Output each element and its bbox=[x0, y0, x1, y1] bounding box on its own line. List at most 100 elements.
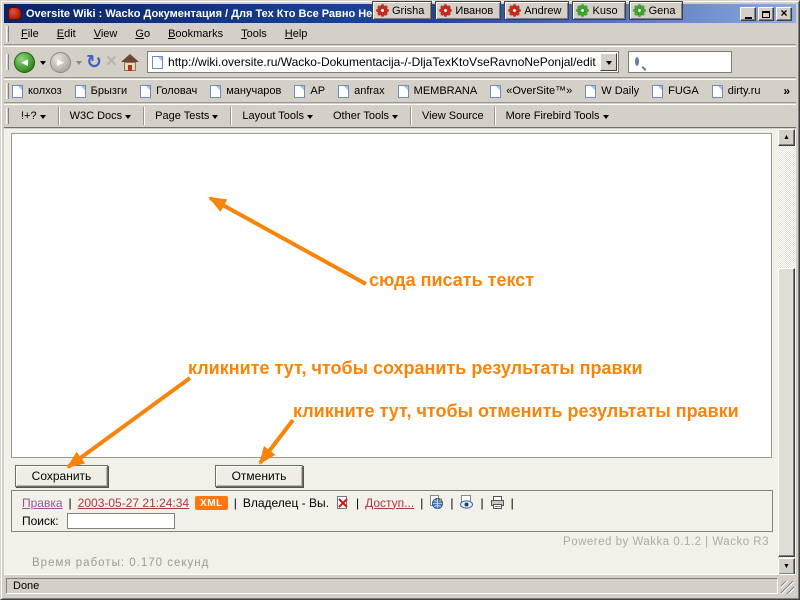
menu-file[interactable]: File bbox=[12, 26, 48, 42]
toolbar-separator bbox=[494, 107, 496, 125]
bookmark-item[interactable]: «OverSite™» bbox=[490, 85, 572, 98]
separator: | bbox=[511, 496, 514, 510]
toolbar-menu-w3c-docs[interactable]: W3C Docs bbox=[61, 107, 143, 125]
toolbar-separator bbox=[143, 107, 145, 125]
wakka-link[interactable]: Wakka 0.1.2 bbox=[632, 536, 701, 548]
toolbar-grippy[interactable] bbox=[6, 26, 9, 42]
bookmark-label: манучаров bbox=[226, 85, 281, 97]
separator: | bbox=[450, 496, 453, 510]
separator: | bbox=[480, 496, 483, 510]
annotation-write-here: сюда писать текст bbox=[369, 270, 534, 291]
icq-flower-icon bbox=[376, 4, 389, 17]
wacko-link[interactable]: Wacko R3 bbox=[712, 536, 769, 548]
bookmark-item[interactable]: FUGA bbox=[652, 85, 699, 98]
access-link[interactable]: Доступ... bbox=[365, 496, 414, 510]
edit-link[interactable]: Правка bbox=[22, 496, 63, 510]
web-search-input[interactable] bbox=[644, 56, 786, 68]
resize-grip[interactable] bbox=[781, 581, 794, 594]
toolbar-view-source[interactable]: View Source bbox=[413, 107, 493, 125]
minimize-button[interactable] bbox=[740, 7, 756, 21]
menu-tools[interactable]: Tools bbox=[232, 26, 276, 42]
bookmark-label: «OverSite™» bbox=[506, 85, 572, 97]
bookmark-icon bbox=[294, 85, 305, 98]
home-icon bbox=[121, 56, 139, 71]
close-button[interactable]: × bbox=[776, 7, 792, 21]
menu-view[interactable]: View bbox=[85, 26, 127, 42]
bookmark-item[interactable]: MEMBRANA bbox=[398, 85, 478, 98]
xml-badge[interactable]: XML bbox=[195, 496, 228, 510]
icq-contact-gena[interactable]: Gena bbox=[629, 1, 684, 20]
page-icon bbox=[152, 56, 163, 69]
bookmark-item[interactable]: anfrax bbox=[338, 85, 385, 98]
bookmark-label: FUGA bbox=[668, 85, 699, 97]
browser-window: Oversite Wiki : Wacko Документация / Для… bbox=[0, 0, 800, 600]
bookmark-item[interactable]: AP bbox=[294, 85, 325, 98]
bookmark-label: dirty.ru bbox=[728, 85, 761, 97]
icq-contact-kuso[interactable]: Kuso bbox=[572, 1, 625, 20]
owner-text: Владелец - Вы. bbox=[243, 496, 329, 510]
toolbar-menu-label: More Firebird Tools bbox=[506, 110, 600, 122]
bookmark-label: W Daily bbox=[601, 85, 639, 97]
toolbar-separator bbox=[58, 107, 60, 125]
back-button[interactable]: ◀ bbox=[14, 52, 35, 73]
toolbar-menu-shortcuts[interactable]: !+? bbox=[12, 107, 57, 125]
status-bar: Done bbox=[4, 574, 796, 596]
bookmark-label: Головач bbox=[156, 85, 197, 97]
url-history-dropdown[interactable] bbox=[600, 53, 617, 71]
bookmark-item[interactable]: W Daily bbox=[585, 85, 639, 98]
toolbar-menu-label: W3C Docs bbox=[70, 110, 123, 122]
menu-edit[interactable]: Edit bbox=[48, 26, 85, 42]
scrollbar-thumb[interactable] bbox=[778, 268, 795, 557]
toolbar-menu-label: View Source bbox=[422, 110, 484, 122]
bookmark-item[interactable]: Головач bbox=[140, 85, 197, 98]
reload-button[interactable]: ↻ bbox=[86, 51, 102, 73]
dropdown-arrow-icon bbox=[125, 115, 131, 122]
referrers-globe-icon[interactable] bbox=[429, 495, 444, 510]
maximize-icon bbox=[762, 11, 770, 18]
bookmarks-overflow-chevron-icon[interactable]: » bbox=[783, 84, 790, 98]
scroll-up-icon[interactable]: ▲ bbox=[778, 129, 795, 146]
print-icon[interactable] bbox=[490, 495, 505, 510]
toolbar-grippy[interactable] bbox=[6, 108, 9, 124]
minimize-icon bbox=[745, 17, 752, 19]
wiki-search-input[interactable] bbox=[67, 513, 175, 529]
toolbar-menu-page-tests[interactable]: Page Tests bbox=[146, 107, 229, 125]
revision-timestamp-link[interactable]: 2003-05-27 21:24:34 bbox=[78, 496, 189, 510]
dropdown-arrow-icon bbox=[603, 115, 609, 122]
icq-contact-andrew[interactable]: Andrew bbox=[504, 1, 569, 20]
bookmark-icon bbox=[652, 85, 663, 98]
toolbar-grippy[interactable] bbox=[6, 83, 9, 99]
scroll-down-icon[interactable]: ▼ bbox=[778, 558, 795, 575]
toolbar-menu-label: Other Tools bbox=[333, 110, 389, 122]
home-button[interactable] bbox=[121, 54, 139, 71]
watch-eye-icon[interactable] bbox=[459, 495, 474, 510]
icq-flower-icon bbox=[508, 4, 521, 17]
bookmark-item[interactable]: Брызги bbox=[75, 85, 127, 98]
save-button[interactable]: Сохранить bbox=[15, 465, 108, 487]
url-input[interactable] bbox=[168, 53, 618, 71]
forward-dropdown-icon[interactable] bbox=[76, 61, 82, 68]
menu-go[interactable]: Go bbox=[126, 26, 159, 42]
bookmark-item[interactable]: колхоз bbox=[12, 85, 62, 98]
icq-contact-ivanov[interactable]: Иванов bbox=[435, 1, 501, 20]
maximize-button[interactable] bbox=[758, 7, 774, 21]
stop-button[interactable]: × bbox=[106, 51, 117, 73]
bookmark-item[interactable]: dirty.ru bbox=[712, 85, 761, 98]
back-dropdown-icon[interactable] bbox=[40, 61, 46, 68]
meta-action-row: Правка | 2003-05-27 21:24:34 XML | Владе… bbox=[12, 491, 772, 511]
forward-button[interactable]: ▶ bbox=[50, 52, 71, 73]
toolbar-grippy[interactable] bbox=[6, 54, 9, 70]
icq-contact-grisha[interactable]: Grisha bbox=[372, 1, 432, 20]
bookmark-label: MEMBRANA bbox=[414, 85, 478, 97]
delete-page-icon[interactable] bbox=[335, 495, 350, 510]
bookmark-item[interactable]: манучаров bbox=[210, 85, 281, 98]
toolbar-menu-more-firebird-tools[interactable]: More Firebird Tools bbox=[497, 107, 620, 125]
icq-contact-buttons: Grisha Иванов Andrew Kuso Gena bbox=[372, 1, 683, 20]
toolbar-menu-layout-tools[interactable]: Layout Tools bbox=[233, 107, 324, 125]
cancel-button[interactable]: Отменить bbox=[215, 465, 303, 487]
toolbar-menu-other-tools[interactable]: Other Tools bbox=[324, 107, 409, 125]
menu-help[interactable]: Help bbox=[276, 26, 317, 42]
search-label: Поиск: bbox=[22, 514, 59, 528]
bookmark-label: AP bbox=[310, 85, 325, 97]
menu-bookmarks[interactable]: Bookmarks bbox=[159, 26, 232, 42]
